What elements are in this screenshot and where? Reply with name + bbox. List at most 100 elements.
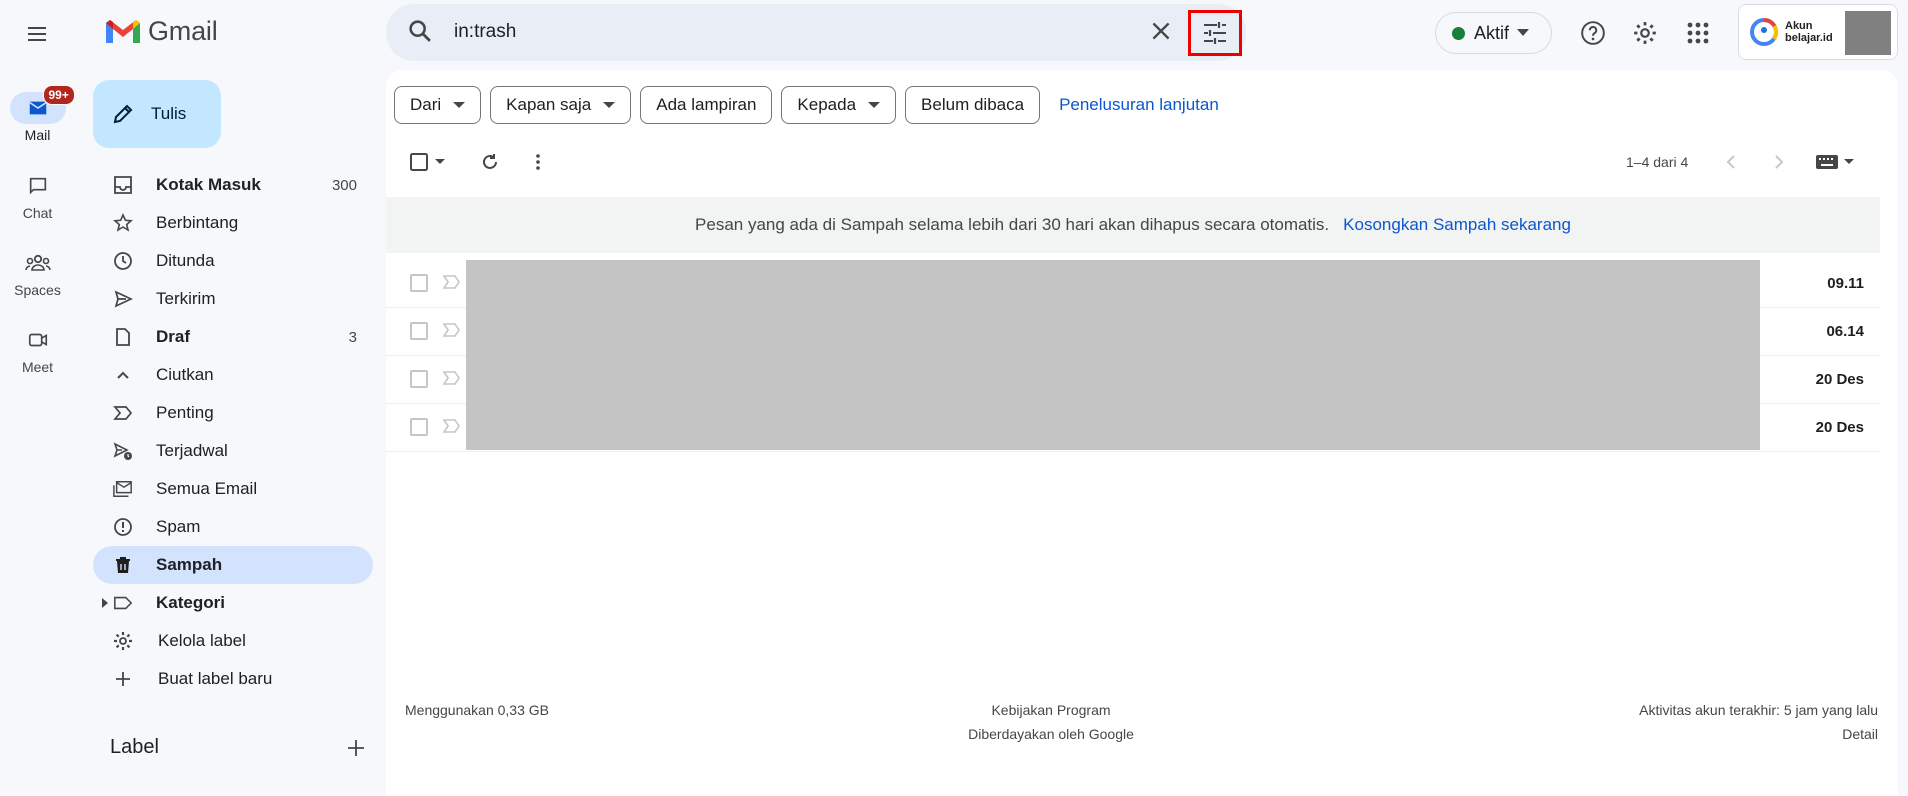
support-button[interactable]: [1572, 12, 1614, 54]
sidebar-item-manage-labels[interactable]: Kelola label: [93, 622, 373, 660]
row-date: 09.11: [1827, 275, 1864, 292]
input-tools-button[interactable]: [1810, 142, 1860, 182]
sidebar-item-inbox[interactable]: Kotak Masuk 300: [93, 166, 373, 204]
mail-icon-wrap: 99+: [9, 85, 75, 124]
chip-to[interactable]: Kepada: [781, 86, 897, 124]
draft-icon: [116, 328, 130, 346]
caret-down-icon: [868, 101, 881, 108]
empty-trash-link[interactable]: Kosongkan Sampah sekarang: [1343, 215, 1571, 235]
row-checkbox[interactable]: [410, 322, 428, 340]
sidebar-item-categories[interactable]: Kategori: [93, 584, 373, 622]
search-chips: Dari Kapan saja Ada lampiran Kepada Belu…: [394, 86, 1219, 124]
all-mail-icon: [113, 481, 132, 497]
clear-search-button[interactable]: [1148, 18, 1174, 44]
chat-icon: [29, 177, 46, 195]
search-options-button[interactable]: [1188, 10, 1242, 56]
plus-icon: [116, 672, 130, 686]
powered-by-text: Diberdayakan oleh Google: [968, 726, 1134, 742]
newer-button[interactable]: [1711, 142, 1751, 182]
caret-down-icon: [603, 101, 616, 108]
settings-gear-icon: [1634, 22, 1656, 44]
more-vert-icon: [536, 154, 540, 170]
rail-item-spaces[interactable]: Spaces: [0, 247, 75, 298]
gmail-logo[interactable]: Gmail: [104, 16, 218, 47]
settings-button[interactable]: [1624, 12, 1666, 54]
more-options-button[interactable]: [518, 142, 558, 182]
scheduled-send-icon: [113, 442, 132, 460]
refresh-button[interactable]: [470, 142, 510, 182]
add-label-plus-icon[interactable]: [347, 739, 365, 757]
importance-marker-icon[interactable]: [443, 274, 461, 290]
star-icon: [113, 213, 133, 232]
list-toolbar: 1–4 dari 4: [386, 142, 1886, 182]
select-all-checkbox[interactable]: [404, 142, 450, 182]
status-label: Aktif: [1474, 22, 1510, 43]
rail-item-mail[interactable]: 99+ Mail: [0, 85, 75, 143]
rail-item-chat[interactable]: Chat: [0, 170, 75, 221]
unread-badge: 99+: [42, 85, 75, 105]
caret-right-icon: [102, 598, 108, 608]
inbox-count: 300: [331, 176, 357, 194]
rail-item-meet[interactable]: Meet: [0, 324, 75, 375]
avatar[interactable]: [1845, 11, 1891, 55]
redacted-content: [466, 260, 1760, 450]
chip-any-time[interactable]: Kapan saja: [490, 86, 632, 124]
label-icon: [114, 596, 133, 610]
importance-marker-icon[interactable]: [443, 370, 461, 386]
compose-button[interactable]: Tulis: [93, 80, 221, 148]
labels-header: Label: [110, 736, 365, 759]
rail-label-spaces: Spaces: [14, 282, 61, 298]
apps-button[interactable]: [1677, 12, 1719, 54]
account-switcher[interactable]: Akun belajar.id: [1738, 4, 1898, 60]
gear-icon: [114, 632, 132, 650]
sidebar-item-drafts[interactable]: Draf 3: [93, 318, 373, 356]
sidebar-item-sent[interactable]: Terkirim: [93, 280, 373, 318]
chip-unread[interactable]: Belum dibaca: [905, 86, 1041, 124]
hamburger-icon: [28, 27, 46, 41]
chevron-left-icon: [1726, 155, 1735, 169]
row-checkbox[interactable]: [410, 418, 428, 436]
sidebar-item-scheduled[interactable]: Terjadwal: [93, 432, 373, 470]
row-checkbox[interactable]: [410, 274, 428, 292]
chip-has-attachment[interactable]: Ada lampiran: [640, 86, 773, 124]
importance-marker-icon[interactable]: [443, 322, 461, 338]
sidebar-item-create-label[interactable]: Buat label baru: [93, 660, 373, 698]
trash-notice-banner: Pesan yang ada di Sampah selama lebih da…: [386, 197, 1880, 253]
help-icon: [1581, 21, 1605, 45]
search-icon: [409, 20, 431, 42]
chevron-up-icon: [117, 371, 129, 379]
search-button[interactable]: [406, 17, 434, 45]
pencil-icon: [113, 104, 133, 124]
spaces-icon: [24, 254, 51, 271]
rail-label-chat: Chat: [22, 205, 53, 221]
activity-details-link[interactable]: Detail: [1639, 722, 1878, 746]
sidebar-item-snoozed[interactable]: Ditunda: [93, 242, 373, 280]
spam-icon: [114, 518, 132, 536]
sidebar-item-starred[interactable]: Berbintang: [93, 204, 373, 242]
video-camera-icon: [28, 333, 47, 347]
older-button[interactable]: [1759, 142, 1799, 182]
storage-usage: Menggunakan 0,33 GB: [405, 702, 549, 718]
trash-notice-text: Pesan yang ada di Sampah selama lebih da…: [695, 215, 1330, 234]
trash-icon: [116, 557, 130, 573]
sidebar-item-important[interactable]: Penting: [93, 394, 373, 432]
importance-marker-icon[interactable]: [443, 418, 461, 434]
apps-grid-icon: [1687, 22, 1709, 44]
advanced-search-link[interactable]: Penelusuran lanjutan: [1059, 95, 1219, 115]
rail-label-meet: Meet: [21, 359, 54, 375]
caret-down-icon: [453, 101, 466, 108]
program-policy-link[interactable]: Kebijakan Program: [886, 698, 1216, 722]
belajar-id-logo-icon: [1750, 17, 1779, 46]
sidebar-item-less[interactable]: Ciutkan: [93, 356, 373, 394]
sidebar-item-spam[interactable]: Spam: [93, 508, 373, 546]
tune-icon: [1204, 22, 1226, 44]
row-checkbox[interactable]: [410, 370, 428, 388]
app-name: Gmail: [148, 16, 218, 46]
sidebar-item-trash[interactable]: Sampah: [93, 546, 373, 584]
main-menu-button[interactable]: [17, 14, 57, 54]
search-input[interactable]: [454, 14, 1094, 50]
status-dropdown[interactable]: Aktif: [1435, 12, 1552, 54]
sidebar-item-all-mail[interactable]: Semua Email: [93, 470, 373, 508]
chip-from[interactable]: Dari: [394, 86, 482, 124]
rail-label-mail: Mail: [24, 127, 51, 143]
